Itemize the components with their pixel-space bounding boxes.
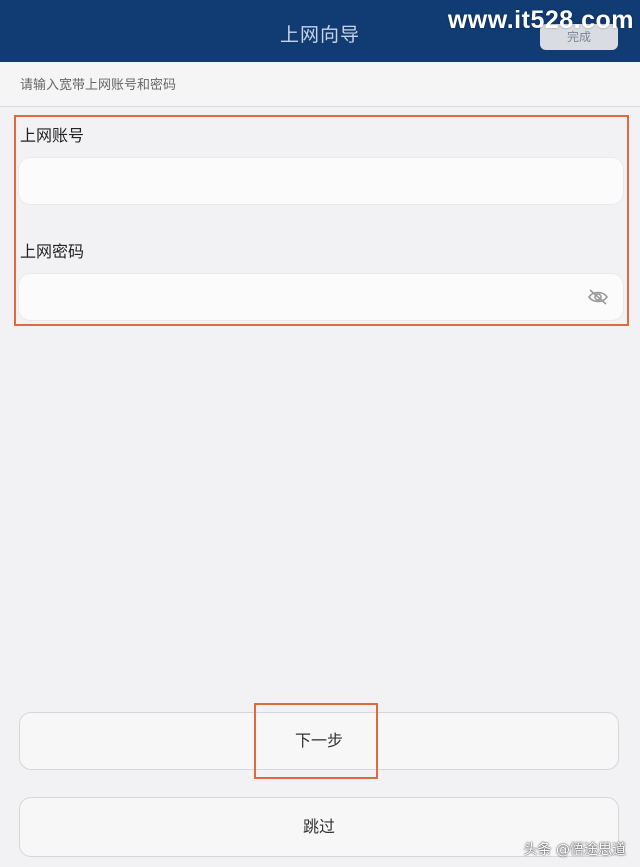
instruction-bar: 请输入宽带上网账号和密码 <box>0 62 640 107</box>
site-watermark: www.it528.com <box>447 6 634 34</box>
next-highlight-box <box>254 703 378 779</box>
credit-watermark: 头条 @悟途思道 <box>523 842 626 858</box>
app-header: 上网向导 完成 www.it528.com <box>0 0 640 62</box>
instruction-text: 请输入宽带上网账号和密码 <box>20 78 177 93</box>
form-highlight-box <box>14 115 629 326</box>
